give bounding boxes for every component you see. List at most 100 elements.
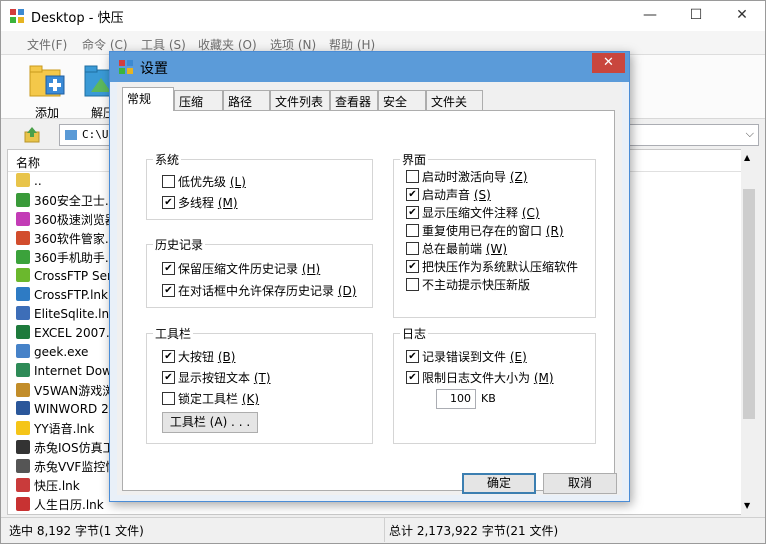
log-size-unit: KB (481, 392, 496, 405)
list-item[interactable]: 人生日历.lnk (16, 496, 104, 514)
tab-viewer[interactable]: 查看器 (330, 90, 378, 110)
vertical-scrollbar[interactable]: ▲ ▼ (741, 149, 757, 515)
checkbox-box[interactable] (162, 284, 175, 297)
log-size-input[interactable]: 100 (436, 389, 476, 409)
checkbox-box[interactable] (406, 224, 419, 237)
list-item[interactable]: 360极速浏览器 (16, 211, 117, 230)
interface-option-checkbox[interactable]: 把快压作为系统默认压缩软件 (406, 258, 578, 274)
checkbox-box[interactable] (406, 188, 419, 201)
checkbox-box[interactable] (162, 350, 175, 363)
low-priority-checkbox[interactable]: 低优先级 (L) (162, 173, 246, 189)
scrollbar-thumb[interactable] (743, 189, 755, 419)
interface-option-checkbox[interactable]: 重复使用已存在的窗口 (R) (406, 222, 564, 238)
list-item[interactable]: 360安全卫士.ln (16, 192, 120, 211)
file-name: geek.exe (34, 345, 89, 359)
up-folder-icon[interactable] (23, 126, 41, 144)
file-name: 人生日历.lnk (34, 498, 104, 512)
file-name: YY语音.lnk (34, 422, 95, 436)
list-item[interactable]: V5WAN游戏浏 (16, 382, 114, 401)
tab-security[interactable]: 安全 (378, 90, 426, 110)
scroll-down-icon[interactable]: ▼ (744, 501, 750, 510)
list-item[interactable]: EliteSqlite.lnk (16, 306, 116, 325)
checkbox-box[interactable] (162, 175, 175, 188)
general-tab-panel: 系统 低优先级 (L) 多线程 (M) 历史记录 保留压缩文件历史记录 (H) … (122, 110, 615, 491)
cancel-button[interactable]: 取消 (543, 473, 617, 494)
checkbox-box[interactable] (162, 196, 175, 209)
list-item[interactable]: 赤兔VVF监控恢 (16, 458, 117, 477)
checkbox-box[interactable] (406, 350, 419, 363)
menu-file[interactable]: 文件(F) (27, 36, 67, 53)
list-item[interactable]: 360软件管家.ln (16, 230, 120, 249)
option-key: (T) (253, 371, 271, 385)
360-browser-icon (16, 212, 30, 226)
limit-log-size-checkbox[interactable]: 限制日志文件大小为 (M) (406, 369, 554, 385)
checkbox-box[interactable] (406, 206, 419, 219)
checkbox-box[interactable] (406, 371, 419, 384)
list-item[interactable]: geek.exe (16, 344, 88, 363)
interface-option-checkbox[interactable]: 不主动提示快压新版 (406, 276, 530, 292)
tab-path[interactable]: 路径 (223, 90, 270, 110)
option-key: (C) (521, 206, 540, 220)
close-button[interactable]: ✕ (719, 1, 765, 30)
minimize-button[interactable]: — (627, 1, 673, 30)
list-item[interactable]: Internet Downl (16, 363, 123, 382)
scroll-up-icon[interactable]: ▲ (744, 153, 750, 162)
interface-option-checkbox[interactable]: 显示压缩文件注释 (C) (406, 204, 540, 220)
checkbox-box[interactable] (162, 371, 175, 384)
checkbox-box[interactable] (406, 278, 419, 291)
interface-option-checkbox[interactable]: 总在最前端 (W) (406, 240, 507, 256)
option-key: (B) (217, 350, 236, 364)
show-button-text-checkbox[interactable]: 显示按钮文本 (T) (162, 369, 271, 385)
checkbox-box[interactable] (162, 262, 175, 275)
history-group: 历史记录 保留压缩文件历史记录 (H) 在对话框中允许保存历史记录 (D) (146, 236, 373, 308)
toolbar-settings-button[interactable]: 工具栏 (A) . . . (162, 412, 258, 433)
list-item[interactable]: .. (16, 173, 42, 192)
list-item[interactable]: 360手机助手.ln (16, 249, 120, 268)
address-text: C:\U (82, 128, 109, 141)
status-selection: 选中 8,192 字节(1 文件) (9, 524, 144, 538)
keep-archive-history-checkbox[interactable]: 保留压缩文件历史记录 (H) (162, 260, 320, 276)
dialog-history-checkbox[interactable]: 在对话框中允许保存历史记录 (D) (162, 282, 356, 298)
calendar-icon (16, 497, 30, 511)
status-bar: 选中 8,192 字节(1 文件) 总计 2,173,922 字节(21 文件) (1, 517, 765, 543)
dialog-title-bar: 设置 ✕ (110, 52, 629, 82)
column-name-header[interactable]: 名称 (16, 154, 40, 171)
option-key: (K) (241, 392, 260, 406)
add-button[interactable]: 添加 (21, 59, 73, 120)
dialog-close-icon[interactable]: ✕ (592, 53, 625, 73)
tab-file-association[interactable]: 文件关联 (426, 90, 483, 126)
app-logo-icon (10, 9, 24, 23)
list-item[interactable]: WINWORD 200 (16, 401, 124, 420)
option-label: 总在最前端 (422, 242, 483, 256)
tab-file-list[interactable]: 文件列表 (270, 90, 330, 110)
ok-button[interactable]: 确定 (462, 473, 536, 494)
file-name: 赤兔IOS仿真工 (34, 441, 115, 455)
checkbox-box[interactable] (406, 170, 419, 183)
large-buttons-checkbox[interactable]: 大按钮 (B) (162, 348, 235, 364)
list-item[interactable]: CrossFTP.lnk (16, 287, 108, 306)
checkbox-box[interactable] (406, 242, 419, 255)
list-item[interactable]: 快压.lnk (16, 477, 80, 496)
file-name: 快压.lnk (34, 479, 80, 493)
toolbar-group-title: 工具栏 (153, 325, 194, 342)
option-label: 保留压缩文件历史记录 (178, 262, 299, 276)
360-safe-icon (16, 193, 30, 207)
chevron-down-icon[interactable]: ⌵ (746, 127, 754, 141)
list-item[interactable]: YY语音.lnk (16, 420, 94, 439)
maximize-button[interactable]: ☐ (673, 1, 719, 30)
log-group: 日志 记录错误到文件 (E) 限制日志文件大小为 (M) 100 KB (393, 325, 596, 444)
checkbox-box[interactable] (162, 392, 175, 405)
tab-compress[interactable]: 压缩 (174, 90, 223, 110)
360-software-icon (16, 231, 30, 245)
option-label: 重复使用已存在的窗口 (422, 224, 543, 238)
multithread-checkbox[interactable]: 多线程 (M) (162, 194, 238, 210)
log-errors-checkbox[interactable]: 记录错误到文件 (E) (406, 348, 527, 364)
tab-general[interactable]: 常规 (122, 87, 174, 111)
list-item[interactable]: 赤兔IOS仿真工 (16, 439, 115, 458)
lock-toolbar-checkbox[interactable]: 锁定工具栏 (K) (162, 390, 259, 406)
interface-option-checkbox[interactable]: 启动声音 (S) (406, 186, 491, 202)
checkbox-box[interactable] (406, 260, 419, 273)
option-label: 大按钮 (178, 350, 215, 364)
system-group: 系统 低优先级 (L) 多线程 (M) (146, 151, 373, 220)
interface-option-checkbox[interactable]: 启动时激活向导 (Z) (406, 168, 527, 184)
